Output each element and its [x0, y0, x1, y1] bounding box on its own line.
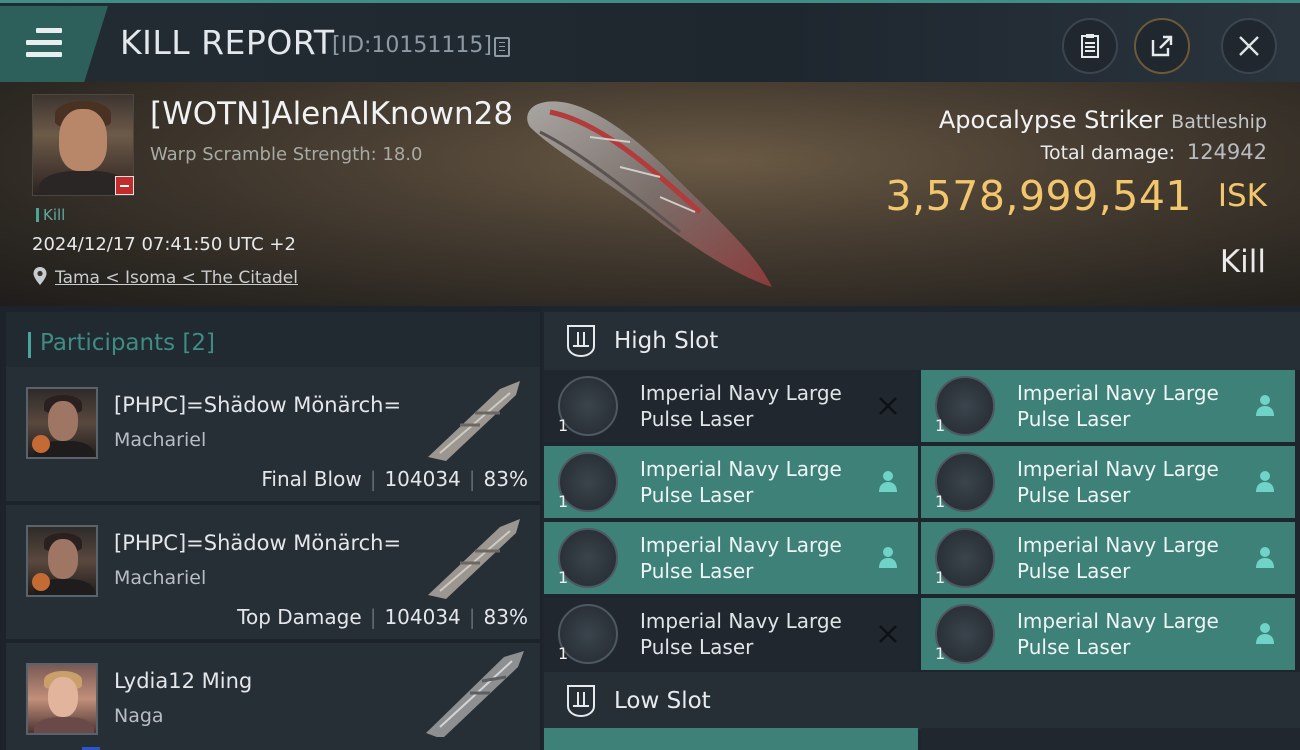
participant-percent: 83% [483, 467, 528, 491]
kill-report-screen: KILL REPORT [ID:10151115] [WOTN]AlenAlKn… [0, 0, 1300, 750]
menu-button[interactable] [0, 6, 108, 82]
participant-ship: Machariel [114, 429, 207, 451]
menu-icon [26, 28, 62, 58]
close-icon [1239, 36, 1259, 56]
high-slot-title: High Slot [614, 328, 719, 354]
victim-ship-class: Battleship [1171, 111, 1267, 133]
participant-name: [PHPC]=Shädow Mönärch= [114, 393, 402, 417]
participant-row[interactable]: [PHPC]=Shädow Mönärch= Machariel Top Dam… [6, 505, 540, 639]
participant-damage: 104034 [384, 605, 461, 629]
module-cell[interactable]: 1 Imperial Navy Large Pulse Laser [921, 446, 1295, 518]
close-button[interactable] [1221, 18, 1277, 74]
module-cell[interactable]: 1 Imperial Navy Large Pulse Laser [544, 598, 918, 670]
participants-title: Participants [2] [40, 330, 215, 356]
dropped-person-icon [1256, 623, 1274, 644]
module-name: Imperial Navy Large Pulse Laser [1017, 381, 1219, 431]
dropped-person-icon [879, 471, 897, 492]
destroyed-icon [879, 397, 897, 415]
share-icon [1151, 35, 1173, 57]
loss-badge [115, 176, 134, 195]
participant-ship-image [426, 651, 524, 737]
module-qty: 1 [558, 568, 569, 587]
participant-role: Top Damage [237, 605, 362, 629]
module-qty: 1 [935, 644, 946, 663]
module-qty: 1 [935, 492, 946, 511]
participant-stats: Top Damage | 104034 | 83% [237, 605, 528, 629]
participant-stats: Final Blow | 104034 | 83% [261, 467, 528, 491]
participant-ship-image [428, 519, 520, 599]
corp-logo-icon [32, 573, 50, 591]
location-pin-icon [33, 267, 47, 285]
clipboard-icon [1081, 34, 1099, 58]
share-button[interactable] [1134, 18, 1190, 74]
participants-panel: Participants [2] [PHPC]=Shädow Mönärch= … [0, 306, 542, 750]
module-cell[interactable]: 1 Imperial Navy Large Pulse Laser [921, 598, 1295, 670]
module-name: Imperial Navy Large Pulse Laser [640, 457, 842, 507]
report-id: [ID:10151115] [332, 33, 492, 58]
page-title: KILL REPORT [120, 23, 335, 62]
result-label: Kill [1219, 244, 1266, 280]
module-name: Imperial Navy Large Pulse Laser [640, 381, 842, 431]
dropped-person-icon [1256, 471, 1274, 492]
high-slot-header: High Slot [544, 312, 1300, 370]
participants-header: Participants [2] [6, 312, 540, 370]
module-name: Imperial Navy Large Pulse Laser [640, 533, 842, 583]
victim-name[interactable]: [WOTN]AlenAlKnown28 [150, 96, 513, 132]
participant-role: Final Blow [261, 467, 362, 491]
destroyed-icon [879, 625, 897, 643]
warp-scramble-strength: Warp Scramble Strength: 18.0 [150, 144, 423, 165]
victim-ship-name[interactable]: Apocalypse Striker [939, 106, 1163, 134]
module-cell[interactable] [544, 728, 918, 750]
low-slot-icon [567, 685, 595, 718]
isk-value: 3,578,999,541 [885, 172, 1192, 220]
module-qty: 1 [558, 416, 569, 435]
dropped-person-icon [1256, 395, 1274, 416]
module-cell[interactable]: 1 Imperial Navy Large Pulse Laser [921, 370, 1295, 442]
module-cell[interactable]: 1 Imperial Navy Large Pulse Laser [544, 446, 918, 518]
low-slot-header: Low Slot [544, 672, 1300, 730]
participant-damage: 104034 [384, 467, 461, 491]
victim-banner: [WOTN]AlenAlKnown28 Warp Scramble Streng… [0, 82, 1300, 306]
participant-ship: Machariel [114, 567, 207, 589]
header-bar: KILL REPORT [ID:10151115] [0, 0, 1300, 82]
location-link[interactable]: Tama < Isoma < The Citadel [55, 268, 298, 288]
copy-icon[interactable] [494, 37, 510, 57]
module-qty: 1 [558, 644, 569, 663]
participant-row[interactable]: + Lydia12 Ming Naga [6, 643, 540, 750]
module-name: Imperial Navy Large Pulse Laser [1017, 457, 1219, 507]
participant-name: [PHPC]=Shädow Mönärch= [114, 531, 402, 555]
participant-percent: 83% [483, 605, 528, 629]
corp-logo-icon [32, 435, 50, 453]
module-cell[interactable] [921, 728, 1300, 750]
total-damage-label: Total damage: [1040, 142, 1175, 164]
clipboard-button[interactable] [1062, 18, 1118, 74]
high-slot-icon [567, 325, 595, 358]
dropped-person-icon [1256, 547, 1274, 568]
victim-ship-image [527, 101, 772, 287]
module-cell[interactable]: 1 Imperial Navy Large Pulse Laser [544, 522, 918, 594]
module-qty: 1 [558, 492, 569, 511]
low-slot-title: Low Slot [614, 688, 711, 714]
module-cell[interactable]: 1 Imperial Navy Large Pulse Laser [921, 522, 1295, 594]
total-damage-value: 124942 [1186, 140, 1267, 164]
participant-avatar[interactable] [26, 387, 98, 459]
participant-ship: Naga [114, 705, 164, 727]
participant-avatar[interactable] [26, 663, 98, 735]
module-cell[interactable]: 1 Imperial Navy Large Pulse Laser [544, 370, 918, 442]
fitting-panel: High Slot 1 Imperial Navy Large Pulse Las… [542, 306, 1300, 750]
module-name: Imperial Navy Large Pulse Laser [1017, 533, 1219, 583]
kill-datetime: 2024/12/17 07:41:50 UTC +2 [32, 234, 296, 255]
participant-row[interactable]: [PHPC]=Shädow Mönärch= Machariel Final B… [6, 367, 540, 501]
dropped-person-icon [879, 547, 897, 568]
module-qty: 1 [935, 416, 946, 435]
module-name: Imperial Navy Large Pulse Laser [1017, 609, 1219, 659]
participant-avatar[interactable] [26, 525, 98, 597]
isk-unit: ISK [1217, 178, 1267, 214]
kill-tag: Kill [36, 206, 65, 224]
module-name: Imperial Navy Large Pulse Laser [640, 609, 842, 659]
module-qty: 1 [935, 568, 946, 587]
participant-name: Lydia12 Ming [114, 669, 253, 693]
participant-ship-image [428, 381, 520, 461]
